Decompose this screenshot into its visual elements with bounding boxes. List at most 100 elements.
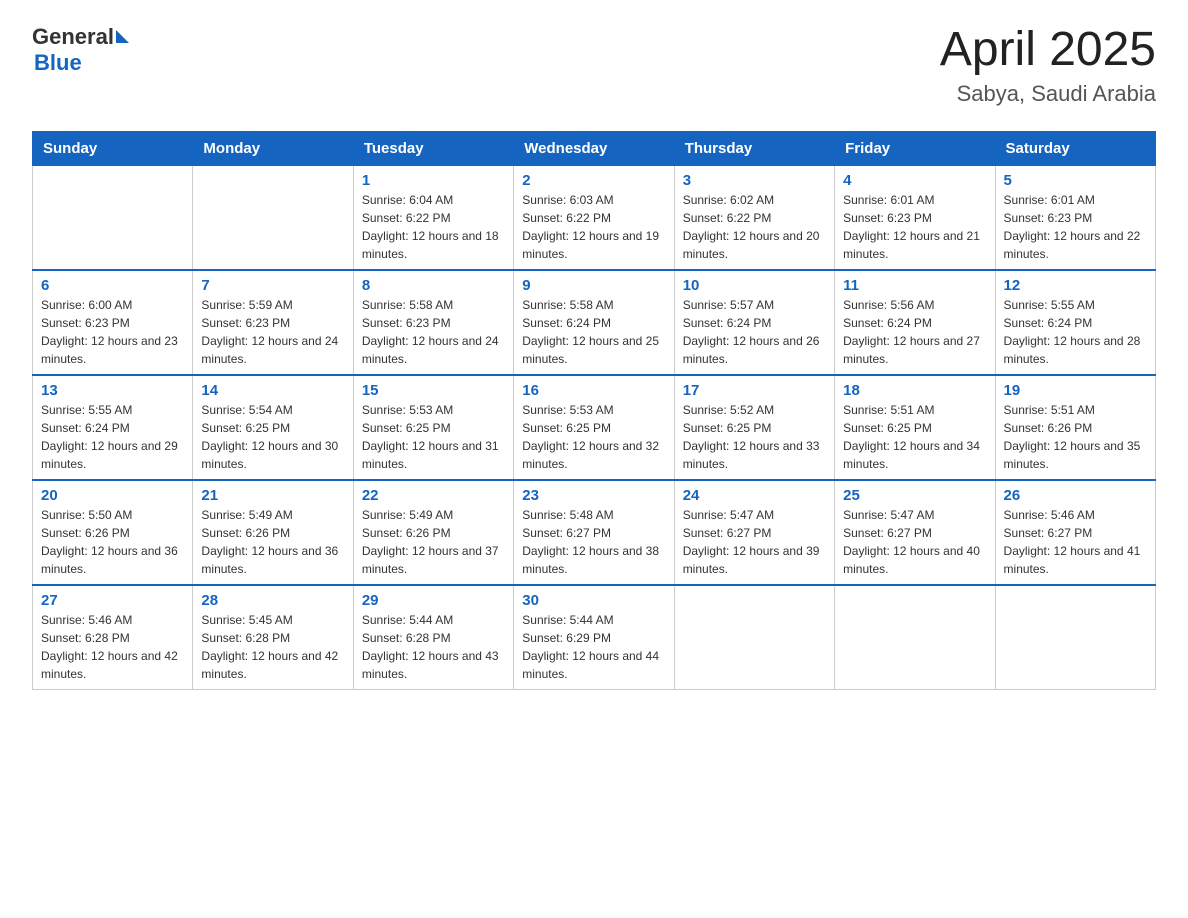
- table-row: 9 Sunrise: 5:58 AMSunset: 6:24 PMDaylight…: [514, 270, 674, 375]
- calendar-table: Sunday Monday Tuesday Wednesday Thursday…: [32, 131, 1156, 690]
- day-number: 4: [843, 172, 986, 189]
- col-friday: Friday: [835, 131, 995, 165]
- day-info: Sunrise: 5:46 AMSunset: 6:27 PMDaylight:…: [1004, 506, 1147, 578]
- col-tuesday: Tuesday: [353, 131, 513, 165]
- table-row: 30Sunrise: 5:44 AMSunset: 6:29 PMDayligh…: [514, 585, 674, 690]
- day-number: 20: [41, 487, 184, 504]
- day-info: Sunrise: 5:55 AMSunset: 6:24 PMDaylight:…: [1004, 296, 1147, 368]
- logo: General Blue: [32, 24, 129, 76]
- day-number: 30: [522, 592, 665, 609]
- calendar-week-row: 6 Sunrise: 6:00 AMSunset: 6:23 PMDaylight…: [33, 270, 1156, 375]
- table-row: [33, 165, 193, 270]
- day-number: 13: [41, 382, 184, 399]
- day-number: 15: [362, 382, 505, 399]
- day-info: Sunrise: 5:55 AMSunset: 6:24 PMDaylight:…: [41, 401, 184, 473]
- col-wednesday: Wednesday: [514, 131, 674, 165]
- day-info: Sunrise: 5:51 AMSunset: 6:25 PMDaylight:…: [843, 401, 986, 473]
- day-number: 17: [683, 382, 826, 399]
- day-number: 23: [522, 487, 665, 504]
- calendar-week-row: 27 Sunrise: 5:46 AMSunset: 6:28 PMDayligh…: [33, 585, 1156, 690]
- table-row: 26 Sunrise: 5:46 AMSunset: 6:27 PMDayligh…: [995, 480, 1155, 585]
- day-number: 7: [201, 277, 344, 294]
- col-thursday: Thursday: [674, 131, 834, 165]
- day-number: 1: [362, 172, 505, 189]
- logo-triangle-icon: [116, 30, 129, 43]
- day-number: 25: [843, 487, 986, 504]
- day-info: Sunrise: 5:58 AMSunset: 6:24 PMDaylight:…: [522, 296, 665, 368]
- day-number: 22: [362, 487, 505, 504]
- day-number: 6: [41, 277, 184, 294]
- logo-blue-text: Blue: [34, 50, 129, 76]
- day-number: 8: [362, 277, 505, 294]
- table-row: 19Sunrise: 5:51 AMSunset: 6:26 PMDayligh…: [995, 375, 1155, 480]
- table-row: 1 Sunrise: 6:04 AMSunset: 6:22 PMDaylight…: [353, 165, 513, 270]
- day-info: Sunrise: 6:01 AMSunset: 6:23 PMDaylight:…: [1004, 191, 1147, 263]
- day-number: 12: [1004, 277, 1147, 294]
- day-info: Sunrise: 5:57 AMSunset: 6:24 PMDaylight:…: [683, 296, 826, 368]
- calendar-header-row: Sunday Monday Tuesday Wednesday Thursday…: [33, 131, 1156, 165]
- day-number: 3: [683, 172, 826, 189]
- day-number: 29: [362, 592, 505, 609]
- day-info: Sunrise: 5:49 AMSunset: 6:26 PMDaylight:…: [201, 506, 344, 578]
- table-row: 28Sunrise: 5:45 AMSunset: 6:28 PMDayligh…: [193, 585, 353, 690]
- table-row: 27 Sunrise: 5:46 AMSunset: 6:28 PMDayligh…: [33, 585, 193, 690]
- table-row: 8 Sunrise: 5:58 AMSunset: 6:23 PMDaylight…: [353, 270, 513, 375]
- day-number: 14: [201, 382, 344, 399]
- day-info: Sunrise: 5:58 AMSunset: 6:23 PMDaylight:…: [362, 296, 505, 368]
- day-info: Sunrise: 5:48 AMSunset: 6:27 PMDaylight:…: [522, 506, 665, 578]
- day-info: Sunrise: 5:47 AMSunset: 6:27 PMDaylight:…: [843, 506, 986, 578]
- table-row: 21 Sunrise: 5:49 AMSunset: 6:26 PMDayligh…: [193, 480, 353, 585]
- table-row: 4 Sunrise: 6:01 AMSunset: 6:23 PMDaylight…: [835, 165, 995, 270]
- title-section: April 2025 Sabya, Saudi Arabia: [940, 24, 1156, 107]
- col-sunday: Sunday: [33, 131, 193, 165]
- day-info: Sunrise: 6:00 AMSunset: 6:23 PMDaylight:…: [41, 296, 184, 368]
- day-number: 5: [1004, 172, 1147, 189]
- day-info: Sunrise: 5:47 AMSunset: 6:27 PMDaylight:…: [683, 506, 826, 578]
- day-info: Sunrise: 5:44 AMSunset: 6:28 PMDaylight:…: [362, 611, 505, 683]
- page-header: General Blue April 2025 Sabya, Saudi Ara…: [32, 24, 1156, 107]
- col-saturday: Saturday: [995, 131, 1155, 165]
- day-info: Sunrise: 5:46 AMSunset: 6:28 PMDaylight:…: [41, 611, 184, 683]
- table-row: 23 Sunrise: 5:48 AMSunset: 6:27 PMDayligh…: [514, 480, 674, 585]
- day-info: Sunrise: 6:04 AMSunset: 6:22 PMDaylight:…: [362, 191, 505, 263]
- table-row: [835, 585, 995, 690]
- table-row: 13 Sunrise: 5:55 AMSunset: 6:24 PMDayligh…: [33, 375, 193, 480]
- day-number: 2: [522, 172, 665, 189]
- day-info: Sunrise: 6:01 AMSunset: 6:23 PMDaylight:…: [843, 191, 986, 263]
- table-row: 7 Sunrise: 5:59 AMSunset: 6:23 PMDaylight…: [193, 270, 353, 375]
- day-info: Sunrise: 5:53 AMSunset: 6:25 PMDaylight:…: [362, 401, 505, 473]
- table-row: 12 Sunrise: 5:55 AMSunset: 6:24 PMDayligh…: [995, 270, 1155, 375]
- day-number: 21: [201, 487, 344, 504]
- day-info: Sunrise: 6:03 AMSunset: 6:22 PMDaylight:…: [522, 191, 665, 263]
- table-row: 29 Sunrise: 5:44 AMSunset: 6:28 PMDayligh…: [353, 585, 513, 690]
- day-number: 26: [1004, 487, 1147, 504]
- table-row: [674, 585, 834, 690]
- table-row: 25 Sunrise: 5:47 AMSunset: 6:27 PMDayligh…: [835, 480, 995, 585]
- table-row: 11 Sunrise: 5:56 AMSunset: 6:24 PMDayligh…: [835, 270, 995, 375]
- day-info: Sunrise: 5:59 AMSunset: 6:23 PMDaylight:…: [201, 296, 344, 368]
- day-info: Sunrise: 5:49 AMSunset: 6:26 PMDaylight:…: [362, 506, 505, 578]
- day-number: 19: [1004, 382, 1147, 399]
- day-number: 11: [843, 277, 986, 294]
- calendar-week-row: 1 Sunrise: 6:04 AMSunset: 6:22 PMDaylight…: [33, 165, 1156, 270]
- day-info: Sunrise: 5:56 AMSunset: 6:24 PMDaylight:…: [843, 296, 986, 368]
- table-row: 16 Sunrise: 5:53 AMSunset: 6:25 PMDayligh…: [514, 375, 674, 480]
- table-row: 10Sunrise: 5:57 AMSunset: 6:24 PMDayligh…: [674, 270, 834, 375]
- logo-general-text: General: [32, 24, 114, 50]
- table-row: 20 Sunrise: 5:50 AMSunset: 6:26 PMDayligh…: [33, 480, 193, 585]
- table-row: 17Sunrise: 5:52 AMSunset: 6:25 PMDayligh…: [674, 375, 834, 480]
- table-row: 24 Sunrise: 5:47 AMSunset: 6:27 PMDayligh…: [674, 480, 834, 585]
- day-number: 16: [522, 382, 665, 399]
- calendar-subtitle: Sabya, Saudi Arabia: [940, 81, 1156, 107]
- day-number: 24: [683, 487, 826, 504]
- table-row: 18Sunrise: 5:51 AMSunset: 6:25 PMDayligh…: [835, 375, 995, 480]
- calendar-week-row: 13 Sunrise: 5:55 AMSunset: 6:24 PMDayligh…: [33, 375, 1156, 480]
- calendar-title: April 2025: [940, 24, 1156, 77]
- day-number: 9: [522, 277, 665, 294]
- day-info: Sunrise: 5:50 AMSunset: 6:26 PMDaylight:…: [41, 506, 184, 578]
- table-row: 14Sunrise: 5:54 AMSunset: 6:25 PMDayligh…: [193, 375, 353, 480]
- table-row: 5 Sunrise: 6:01 AMSunset: 6:23 PMDaylight…: [995, 165, 1155, 270]
- day-number: 27: [41, 592, 184, 609]
- day-info: Sunrise: 5:53 AMSunset: 6:25 PMDaylight:…: [522, 401, 665, 473]
- col-monday: Monday: [193, 131, 353, 165]
